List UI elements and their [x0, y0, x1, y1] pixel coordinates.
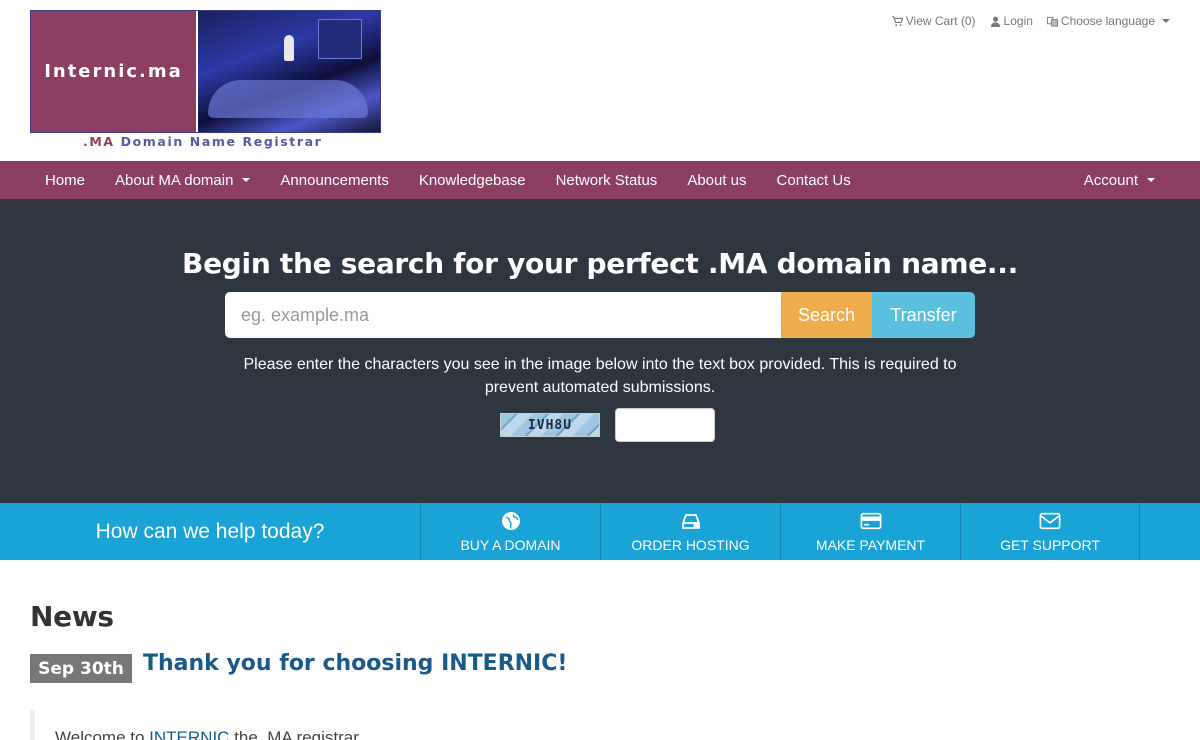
captcha-image: IVH8U — [500, 413, 600, 437]
nav-about-us[interactable]: About us — [672, 161, 761, 199]
transfer-button[interactable]: Transfer — [872, 292, 975, 338]
news-heading: News — [30, 600, 114, 633]
chevron-down-icon — [242, 178, 251, 182]
help-title: How can we help today? — [95, 519, 325, 543]
captcha-instructions: Please enter the characters you see in t… — [243, 356, 957, 396]
logo-tagline: .MA Domain Name Registrar — [83, 134, 323, 149]
login-link[interactable]: Login — [990, 14, 1033, 28]
news-date-badge: Sep 30th — [30, 654, 132, 683]
order-hosting-button[interactable]: ORDER HOSTING — [600, 503, 780, 560]
buy-domain-button[interactable]: BUY A DOMAIN — [420, 503, 600, 560]
nav-about-ma-domain[interactable]: About MA domain — [100, 161, 265, 199]
captcha-input[interactable] — [615, 408, 715, 442]
nav-account[interactable]: Account — [1069, 161, 1170, 199]
logo-banner: Internic.ma — [30, 10, 381, 133]
captcha-row: IVH8U — [500, 408, 715, 442]
nav-contact-us[interactable]: Contact Us — [762, 161, 866, 199]
news-item-excerpt: Welcome to INTERNIC the .MA registrar — [30, 710, 630, 740]
credit-card-icon — [860, 512, 881, 529]
help-bar: How can we help today? BUY A DOMAIN ORDE… — [0, 503, 1200, 560]
globe-icon — [501, 511, 520, 530]
choose-language-dropdown[interactable]: Choose language — [1046, 14, 1170, 28]
nav-knowledgebase[interactable]: Knowledgebase — [404, 161, 541, 199]
site-logo[interactable]: Internic.ma .MA Domain Name Registrar — [30, 10, 381, 150]
envelope-icon — [1039, 512, 1061, 529]
domain-search-form: Search Transfer — [225, 292, 975, 338]
search-button[interactable]: Search — [781, 292, 872, 338]
news-section: News Sep 30th Thank you for choosing INT… — [0, 560, 1200, 740]
chevron-down-icon — [1147, 178, 1155, 182]
main-navigation: Home About MA domain Announcements Knowl… — [0, 161, 1200, 199]
site-header: Internic.ma .MA Domain Name Registrar Vi… — [0, 0, 1200, 161]
news-item-title[interactable]: Thank you for choosing INTERNIC! — [143, 651, 567, 676]
nav-network-status[interactable]: Network Status — [541, 161, 673, 199]
server-icon — [681, 513, 700, 529]
make-payment-button[interactable]: MAKE PAYMENT — [780, 503, 960, 560]
domain-search-section: Begin the search for your perfect .MA do… — [0, 199, 1200, 503]
internic-link[interactable]: INTERNIC — [149, 728, 229, 740]
hero-title: Begin the search for your perfect .MA do… — [182, 247, 1018, 280]
view-cart-link[interactable]: View Cart (0) — [891, 14, 976, 28]
get-support-button[interactable]: GET SUPPORT — [960, 503, 1140, 560]
logo-text-panel: Internic.ma — [31, 11, 198, 132]
top-links: View Cart (0) Login Choose language — [891, 14, 1170, 28]
user-icon — [990, 16, 1000, 27]
chevron-down-icon — [1162, 19, 1170, 23]
nav-announcements[interactable]: Announcements — [265, 161, 403, 199]
logo-text: Internic.ma — [44, 61, 183, 82]
logo-photo — [198, 11, 380, 132]
cart-icon — [891, 15, 903, 26]
nav-home[interactable]: Home — [30, 161, 100, 199]
domain-search-input[interactable] — [225, 292, 781, 338]
language-icon — [1046, 16, 1058, 27]
